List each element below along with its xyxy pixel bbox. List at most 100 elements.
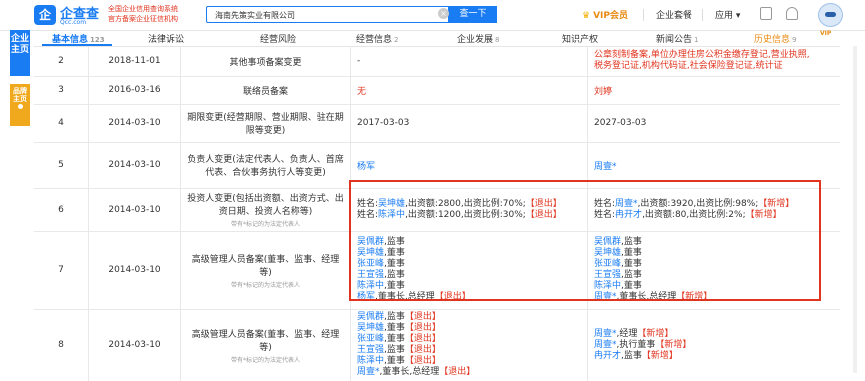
change-item: 负责人变更(法定代表人、负责人、首席代表、合伙事务执行人等变更) <box>181 142 351 188</box>
tab-label: 企业发展 <box>457 35 494 45</box>
person-link[interactable]: 杨军 <box>357 159 375 172</box>
manager-line: 冉开才,监事【新增】 <box>594 351 691 362</box>
tab-legal[interactable]: 法律诉讼 <box>148 32 184 45</box>
new-tag: 【新增】 <box>655 339 692 350</box>
after-change: 2027-03-03 <box>588 104 840 142</box>
tab-label: 经营风险 <box>260 35 297 45</box>
nav-suite[interactable]: 企业套餐 <box>656 8 692 21</box>
tab-history[interactable]: 历史信息 9 <box>754 32 796 45</box>
after-value: 税务登记证,机构代码证,社会保险登记证,统计证 <box>594 61 783 71</box>
exit-tag: 【退出】 <box>404 356 441 366</box>
manager-line: 王宣强,监事【退出】 <box>357 345 475 356</box>
before-value: - <box>357 56 361 66</box>
exit-tag: 【退出】 <box>404 312 441 322</box>
change-item-title: 高级管理人员备案(董事、监事、经理等) <box>191 254 340 278</box>
divider <box>643 9 644 21</box>
manager-line: 吴坤雄,董事【退出】 <box>357 323 475 334</box>
search-input[interactable]: 海南先策实业有限公司 <box>206 6 449 23</box>
role: ,董事 <box>384 323 405 333</box>
side-tab-brand-home[interactable]: 品牌主页 <box>10 84 30 126</box>
after-change: 公章刻制备案,单位办理住房公积金缴存登记,营业执照, 税务登记证,机构代码证,社… <box>588 46 840 76</box>
side-tab-company-home[interactable]: 企业主页 <box>10 30 30 76</box>
logo-icon[interactable]: 企 <box>34 5 56 25</box>
change-item-title: 其他事项备案变更 <box>229 57 302 68</box>
tab-business-info[interactable]: 经营信息 2 <box>356 32 398 45</box>
role: ,董事 <box>384 334 405 344</box>
change-item: 高级管理人员备案(董事、监事、经理等) 带有*标记的为法定代表人 <box>181 309 351 381</box>
person-link[interactable]: 张亚峰 <box>357 334 384 344</box>
legal-rep-note: 带有*标记的为法定代表人 <box>230 221 300 228</box>
legal-rep-note: 带有*标记的为法定代表人 <box>230 356 300 364</box>
tab-ip[interactable]: 知识产权 <box>562 32 598 45</box>
vip-label: VIP会员 <box>593 11 628 21</box>
person-link[interactable]: 吴佩群 <box>357 312 384 322</box>
before-value: 无 <box>357 86 367 97</box>
role: ,监事 <box>621 350 642 361</box>
person-link[interactable]: 吴坤雄 <box>357 323 384 333</box>
change-date: 2018-11-01 <box>89 46 181 76</box>
row-number: 8 <box>34 309 89 381</box>
tab-count: 8 <box>495 36 500 44</box>
person-link[interactable]: 周壹* <box>357 367 380 377</box>
after-value: 公章刻制备案,单位办理住房公积金缴存登记,营业执照, <box>594 50 810 60</box>
table-row: 3 2016-03-16 联络员备案 无 刘婷 <box>34 76 840 105</box>
change-item-title: 联络员备案 <box>242 86 288 97</box>
slogan-line-1: 全国企业信用查询系统 <box>108 5 178 13</box>
new-tag: 【新增】 <box>637 328 674 339</box>
role: ,监事 <box>384 312 405 322</box>
tab-count: 123 <box>90 36 105 44</box>
search-button[interactable]: 查一下 <box>449 6 497 23</box>
person-link[interactable]: 陈泽中 <box>357 356 384 366</box>
change-item-title: 投资人变更(包括出资额、出资方式、出资日期、投资人名称等) <box>187 194 344 217</box>
change-item: 联络员备案 <box>181 76 351 104</box>
before-change: 2017-03-03 <box>351 104 588 142</box>
mobile-icon[interactable] <box>760 7 772 20</box>
logo-subtext: Qcc.com <box>60 19 87 26</box>
top-header: 企 企查查 Qcc.com 全国企业信用查询系统 官方备案企业征信机构 海南先策… <box>0 0 865 31</box>
avatar[interactable] <box>818 3 843 27</box>
tab-label: 历史信息 <box>754 35 791 45</box>
table-row: 8 2014-03-10 高级管理人员备案(董事、监事、经理等) 带有*标记的为… <box>34 309 840 381</box>
manager-line: 吴佩群,监事【退出】 <box>357 312 475 323</box>
before-change: 无 <box>351 76 588 104</box>
person-link[interactable]: 冉开才 <box>594 351 621 361</box>
tab-count: 1 <box>694 36 699 44</box>
tab-news[interactable]: 新闻公告 1 <box>656 32 698 45</box>
tab-business-risk[interactable]: 经营风险 <box>260 32 296 45</box>
role: ,经理 <box>616 328 638 339</box>
change-item: 投资人变更(包括出资额、出资方式、出资日期、投资人名称等) 带有*标记的为法定代… <box>181 188 351 231</box>
person-link[interactable]: 周壹* <box>594 329 617 339</box>
row-number: 4 <box>34 104 89 142</box>
tab-label: 新闻公告 <box>656 35 693 45</box>
nav-apps[interactable]: 应用 ▾ <box>715 8 740 21</box>
role: ,监事 <box>384 345 405 355</box>
bell-icon[interactable] <box>786 7 798 20</box>
person-link[interactable]: 王宣强 <box>357 345 384 355</box>
change-item: 期限变更(经营期限、营业期限、驻在期限等变更) <box>181 104 351 142</box>
badge-dot <box>17 104 23 109</box>
manager-line: 周壹*,经理【新增】 <box>594 329 691 340</box>
row-number: 2 <box>34 46 89 76</box>
before-change: - <box>351 46 588 76</box>
tab-label: 经营信息 <box>356 35 393 45</box>
change-date: 2014-03-10 <box>89 104 181 142</box>
tab-label: 法律诉讼 <box>148 35 185 45</box>
change-date: 2014-03-10 <box>89 142 181 188</box>
clear-icon[interactable]: × <box>438 8 449 19</box>
slogan: 全国企业信用查询系统 官方备案企业征信机构 <box>108 4 198 24</box>
person-link[interactable]: 周壹* <box>594 159 617 172</box>
role: ,董事 <box>384 356 405 366</box>
vip-member-link[interactable]: ♛ VIP会员 <box>582 8 628 21</box>
person-link[interactable]: 周壹* <box>594 340 617 350</box>
exit-tag: 【退出】 <box>404 323 441 333</box>
row-number: 7 <box>34 231 89 309</box>
section-tabs: 基本信息 123 法律诉讼 经营风险 经营信息 2 企业发展 8 知识产权 新闻公告 1… <box>34 30 840 47</box>
after-value: 刘婷 <box>594 86 613 97</box>
change-item-title: 期限变更(经营期限、营业期限、驻在期限等变更) <box>187 113 344 136</box>
after-change: 周壹*,经理【新增】 周壹*,执行董事【新增】 冉开才,监事【新增】 <box>588 309 840 381</box>
row-number: 6 <box>34 188 89 231</box>
tab-development[interactable]: 企业发展 8 <box>457 32 499 45</box>
crown-icon: ♛ <box>582 11 591 21</box>
scrollbar[interactable] <box>853 46 857 373</box>
change-item: 其他事项备案变更 <box>181 46 351 76</box>
